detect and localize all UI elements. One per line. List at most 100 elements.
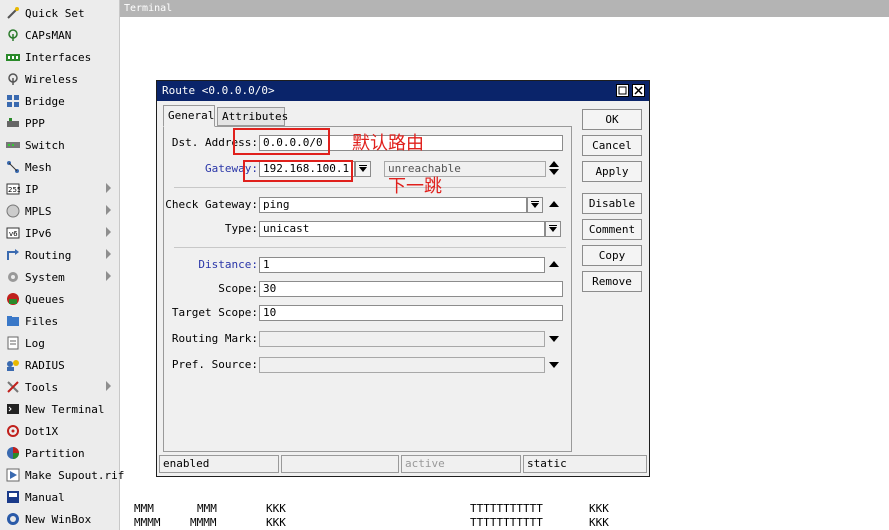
sidebar-item-ppp[interactable]: PPP [0,112,119,134]
tab-attributes[interactable]: Attributes [217,107,288,126]
type-field[interactable]: unicast [259,221,545,237]
sidebar-item-tools[interactable]: Tools [0,376,119,398]
pref-source-label: Pref. Source: [171,358,258,371]
gateway-remove-icon[interactable] [549,169,559,175]
sidebar-item-partition[interactable]: Partition [0,442,119,464]
gateway-dropdown-button[interactable] [355,161,371,177]
check-gateway-dropdown-button[interactable] [527,197,543,213]
sidebar-item-label: PPP [25,116,45,130]
sidebar-item-label: Switch [25,138,65,152]
sidebar-item-radius[interactable]: RADIUS [0,354,119,376]
route-window-titlebar[interactable]: Route <0.0.0.0/0> [157,81,649,101]
comment-button[interactable]: Comment [582,219,642,240]
status-bar: enabled active static [159,455,647,473]
sidebar-item-label: RADIUS [25,358,65,372]
next-hop-annotation: 下一跳 [388,176,442,197]
sidebar-item-label: Manual [25,490,65,504]
log-icon [6,336,20,350]
sidebar-item-queues[interactable]: Queues [0,288,119,310]
sidebar-item-manual[interactable]: Manual [0,486,119,508]
sidebar-item-switch[interactable]: Switch [0,134,119,156]
chevron-right-icon [106,271,111,281]
wand-icon [6,6,20,20]
sidebar-item-label: IP [25,182,39,196]
type-dropdown-button[interactable] [545,221,561,237]
sidebar-item-system[interactable]: System [0,266,119,288]
gateway-add-icon[interactable] [549,161,559,167]
sidebar-item-interfaces[interactable]: Interfaces [0,46,119,68]
sidebar-item-label: Mesh [25,160,52,174]
chevron-right-icon [106,183,111,193]
close-button[interactable] [632,84,645,97]
chevron-right-icon [106,381,111,391]
route-window-title: Route <0.0.0.0/0> [162,84,275,97]
status-enabled: enabled [159,455,279,473]
sidebar-item-routing[interactable]: Routing [0,244,119,266]
manual-icon [6,490,20,504]
routing-mark-label: Routing Mark: [171,332,258,345]
sidebar-item-log[interactable]: Log [0,332,119,354]
terminal-text: TTTTTTTTTTT [470,516,543,529]
target-scope-field[interactable]: 10 [259,305,563,321]
sidebar-item-dot1x[interactable]: Dot1X [0,420,119,442]
apply-button[interactable]: Apply [582,161,642,182]
routing-icon [6,248,20,262]
sidebar-item-new-winbox[interactable]: New WinBox [0,508,119,530]
remove-button[interactable]: Remove [582,271,642,292]
sidebar-item-wireless[interactable]: Wireless [0,68,119,90]
ok-button[interactable]: OK [582,109,642,130]
terminal-text: KKK [266,502,286,515]
routing-mark-expand-icon[interactable] [549,336,559,342]
distance-collapse-icon[interactable] [549,261,559,267]
dst-address-highlight [233,128,330,155]
sidebar-item-mesh[interactable]: Mesh [0,156,119,178]
check-gateway-field[interactable]: ping [259,197,527,213]
sidebar-item-label: Dot1X [25,424,59,438]
general-panel: Dst. Address: 0.0.0.0/0 Gateway: 192.168… [163,126,572,452]
cancel-button[interactable]: Cancel [582,135,642,156]
sidebar-item-ipv6[interactable]: v6 IPv6 [0,222,119,244]
terminal-text: MMMM [190,516,217,529]
sidebar-item-files[interactable]: Files [0,310,119,332]
terminal-text: MMMM [134,516,161,529]
separator [174,247,566,248]
scope-field[interactable]: 30 [259,281,563,297]
sidebar-item-label: Tools [25,380,59,394]
pref-source-expand-icon[interactable] [549,362,559,368]
sidebar-item-quick-set[interactable]: Quick Set [0,2,119,24]
sidebar-item-new-terminal[interactable]: New Terminal [0,398,119,420]
sidebar-item-label: Bridge [25,94,65,108]
mesh-icon [6,160,20,174]
switch-icon [6,138,20,152]
folder-icon [6,314,20,328]
supout-icon [6,468,20,482]
dot1x-icon [6,424,20,438]
sidebar-menu: Quick Set CAPsMAN Interfaces Wireless Br… [0,0,124,530]
gateway-highlight [243,160,353,182]
sidebar-item-mpls[interactable]: MPLS [0,200,119,222]
check-gateway-collapse-icon[interactable] [549,201,559,207]
maximize-button[interactable] [616,84,629,97]
sidebar-item-make-supout[interactable]: Make Supout.rif [0,464,124,486]
separator [174,187,566,188]
copy-button[interactable]: Copy [582,245,642,266]
sidebar-item-label: MPLS [25,204,52,218]
status-static: static [523,455,647,473]
sidebar-item-bridge[interactable]: Bridge [0,90,119,112]
type-label: Type: [224,222,258,235]
winbox-icon [6,512,20,526]
disable-button[interactable]: Disable [582,193,642,214]
tab-general[interactable]: General [163,105,215,127]
tools-icon [6,380,20,394]
sidebar-item-ip[interactable]: 255 IP [0,178,119,200]
distance-field[interactable]: 1 [259,257,545,273]
ppp-icon [6,116,20,130]
chevron-right-icon [106,227,111,237]
sidebar-item-label: Quick Set [25,6,85,20]
sidebar-item-label: System [25,270,65,284]
pref-source-field[interactable] [259,357,545,373]
partition-icon [6,446,20,460]
sidebar-item-capsman[interactable]: CAPsMAN [0,24,119,46]
routing-mark-field[interactable] [259,331,545,347]
terminal-text: TTTTTTTTTTT [470,502,543,515]
